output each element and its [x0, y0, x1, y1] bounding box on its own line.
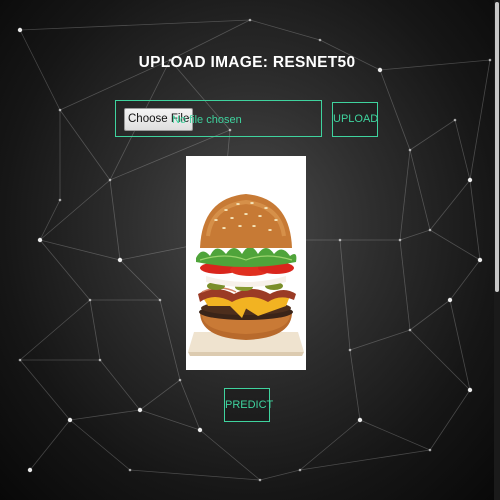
file-input[interactable]: Choose File No file chosen [115, 100, 322, 137]
page-scrollbar[interactable] [494, 0, 500, 500]
file-status-text: No file chosen [172, 114, 242, 126]
scrollbar-thumb[interactable] [495, 2, 499, 292]
image-preview [186, 156, 306, 370]
upload-button[interactable]: UPLOAD [332, 102, 378, 137]
predict-button[interactable]: PREDICT [224, 388, 273, 422]
page-title: UPLOAD IMAGE: RESNET50 [138, 54, 356, 71]
burger-image [188, 194, 304, 356]
